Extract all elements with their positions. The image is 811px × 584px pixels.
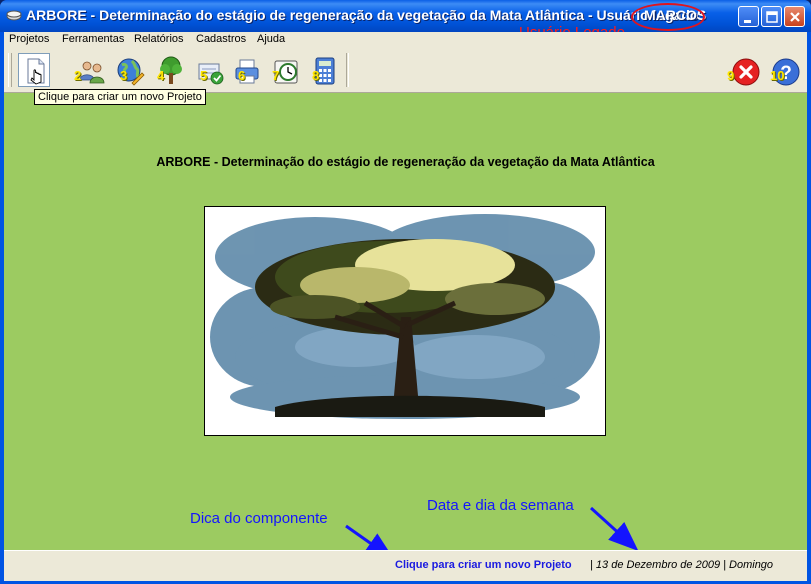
minimize-button[interactable] bbox=[738, 6, 759, 27]
annotation-arrows bbox=[345, 506, 639, 561]
minimize-icon bbox=[744, 20, 751, 23]
close-button[interactable] bbox=[784, 6, 805, 27]
window-title: ARBORE - Determinação do estágio de rege… bbox=[26, 7, 704, 23]
application-window: ARBORE - Determinação do estágio de rege… bbox=[0, 0, 811, 584]
title-bar[interactable]: ARBORE - Determinação do estágio de rege… bbox=[0, 0, 811, 41]
client-area: Projetos Ferramentas Relatórios Cadastro… bbox=[4, 32, 807, 581]
app-icon bbox=[6, 10, 22, 21]
maximize-icon bbox=[766, 11, 778, 23]
status-hint: Clique para criar um novo Projeto bbox=[395, 559, 572, 571]
maximize-button[interactable] bbox=[761, 6, 782, 27]
arrow-to-date bbox=[589, 506, 639, 552]
close-icon bbox=[790, 12, 800, 22]
user-highlight-ellipse bbox=[631, 3, 705, 31]
status-date: | 13 de Dezembro de 2009 | Domingo bbox=[590, 559, 774, 571]
status-bar: Clique para criar um novo Projeto | 13 d… bbox=[4, 550, 807, 581]
